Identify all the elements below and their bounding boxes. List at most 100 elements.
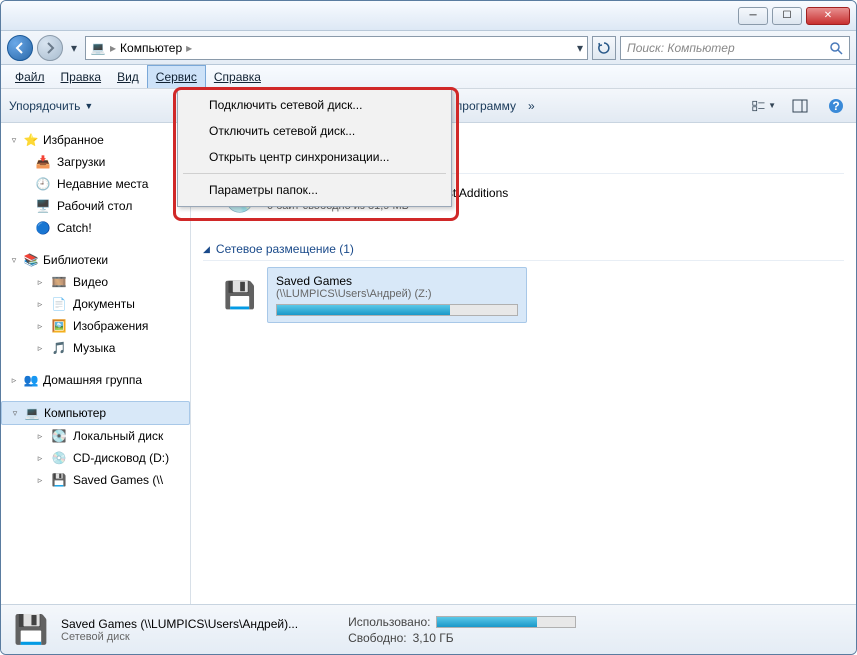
- computer-header[interactable]: ▿ 💻 Компьютер: [1, 401, 190, 425]
- menu-view[interactable]: Вид: [109, 65, 147, 88]
- svg-text:?: ?: [832, 99, 839, 113]
- collapse-icon: ◢: [203, 244, 210, 255]
- free-value: 3,10 ГБ: [413, 631, 454, 645]
- address-bar: ▾ 💻 ▸ Компьютер ▸ ▾ Поиск: Компьютер: [1, 31, 856, 65]
- sidebar-pictures[interactable]: ▹🖼️Изображения: [1, 315, 190, 337]
- collapse-icon: ▿: [9, 135, 19, 146]
- details-pane: 💾 Saved Games (\\LUMPICS\Users\Андрей)..…: [1, 604, 856, 654]
- disk-icon: 💽: [51, 428, 67, 444]
- help-button[interactable]: ?: [824, 94, 848, 118]
- sidebar-cd-drive[interactable]: ▹💿CD-дисковод (D:): [1, 447, 190, 469]
- network-location-category: ◢ Сетевое размещение (1) 💾 Saved Games (…: [203, 238, 844, 329]
- sidebar-network-drive[interactable]: ▹💾Saved Games (\\: [1, 469, 190, 491]
- explorer-window: ─ ☐ ✕ ▾ 💻 ▸ Компьютер ▸ ▾ Поиск: Компьют…: [0, 0, 857, 655]
- back-button[interactable]: [7, 35, 33, 61]
- favorites-header[interactable]: ▿ ⭐ Избранное: [1, 129, 190, 151]
- catch-icon: 🔵: [35, 220, 51, 236]
- network-drive-icon: 💾: [11, 610, 51, 650]
- map-network-drive[interactable]: Подключить сетевой диск...: [181, 92, 448, 118]
- homegroup-icon: 👥: [23, 372, 39, 388]
- computer-icon: 💻: [24, 405, 40, 421]
- open-sync-center[interactable]: Открыть центр синхронизации...: [181, 144, 448, 170]
- dropdown-separator: [183, 173, 446, 174]
- expand-icon: ▹: [35, 475, 45, 486]
- status-subtitle: Сетевой диск: [61, 631, 298, 643]
- expand-icon: ▹: [35, 299, 45, 310]
- libraries-icon: 📚: [23, 252, 39, 268]
- computer-icon: 💻: [90, 40, 106, 56]
- expand-icon: ▹: [9, 375, 19, 386]
- history-dropdown[interactable]: ▾: [67, 38, 81, 58]
- sidebar-local-disk[interactable]: ▹💽Локальный диск: [1, 425, 190, 447]
- expand-icon: ▹: [35, 321, 45, 332]
- usage-bar-fill: [277, 305, 450, 315]
- status-title: Saved Games (\\LUMPICS\Users\Андрей)...: [61, 617, 298, 631]
- maximize-button[interactable]: ☐: [772, 7, 802, 25]
- star-icon: ⭐: [23, 132, 39, 148]
- sidebar-downloads[interactable]: 📥Загрузки: [1, 151, 190, 173]
- sidebar-desktop[interactable]: 🖥️Рабочий стол: [1, 195, 190, 217]
- crumb-separator-icon: ▸: [186, 41, 192, 55]
- crumb-separator-icon: ▸: [110, 41, 116, 55]
- computer-group: ▿ 💻 Компьютер ▹💽Локальный диск ▹💿CD-диск…: [1, 401, 190, 491]
- close-button[interactable]: ✕: [806, 7, 850, 25]
- view-mode-button[interactable]: ▼: [752, 94, 776, 118]
- menu-help[interactable]: Справка: [206, 65, 269, 88]
- toolbar-more[interactable]: »: [528, 99, 535, 113]
- usage-bar: [276, 304, 518, 316]
- search-input[interactable]: Поиск: Компьютер: [620, 36, 850, 60]
- expand-icon: ▹: [35, 277, 45, 288]
- status-usage-bar: [436, 616, 576, 628]
- menu-tools[interactable]: Сервис: [147, 65, 206, 88]
- titlebar: ─ ☐ ✕: [1, 1, 856, 31]
- menu-file[interactable]: Файл: [7, 65, 53, 88]
- organize-button[interactable]: Упорядочить▼: [9, 99, 93, 113]
- downloads-icon: 📥: [35, 154, 51, 170]
- sidebar-catch[interactable]: 🔵Catch!: [1, 217, 190, 239]
- expand-icon: ▹: [35, 343, 45, 354]
- used-label: Использовано:: [348, 615, 430, 629]
- collapse-icon: ▿: [9, 255, 19, 266]
- network-drive-item[interactable]: 💾 Saved Games (\\LUMPICS\Users\Андрей) (…: [203, 261, 844, 329]
- desktop-icon: 🖥️: [35, 198, 51, 214]
- netdrive-icon: 💾: [51, 472, 67, 488]
- sidebar-documents[interactable]: ▹📄Документы: [1, 293, 190, 315]
- libraries-group: ▿ 📚 Библиотеки ▹🎞️Видео ▹📄Документы ▹🖼️И…: [1, 249, 190, 359]
- expand-icon: ▹: [35, 431, 45, 442]
- network-drive-icon: 💾: [221, 276, 259, 314]
- recent-icon: 🕘: [35, 176, 51, 192]
- network-location-header[interactable]: ◢ Сетевое размещение (1): [203, 238, 844, 261]
- collapse-icon: ▿: [10, 408, 20, 419]
- music-icon: 🎵: [51, 340, 67, 356]
- tools-dropdown: Подключить сетевой диск... Отключить сет…: [177, 88, 452, 207]
- menu-edit[interactable]: Правка: [53, 65, 110, 88]
- network-drive-name: Saved Games: [276, 274, 518, 288]
- folder-options[interactable]: Параметры папок...: [181, 177, 448, 203]
- video-icon: 🎞️: [51, 274, 67, 290]
- address-box[interactable]: 💻 ▸ Компьютер ▸ ▾: [85, 36, 588, 60]
- forward-button[interactable]: [37, 35, 63, 61]
- free-label: Свободно:: [348, 631, 407, 645]
- homegroup-group: ▹ 👥 Домашняя группа: [1, 369, 190, 391]
- cd-icon: 💿: [51, 450, 67, 466]
- search-icon: [829, 41, 843, 55]
- menubar: Файл Правка Вид Сервис Справка Подключит…: [1, 65, 856, 89]
- sidebar-videos[interactable]: ▹🎞️Видео: [1, 271, 190, 293]
- address-dropdown-icon[interactable]: ▾: [577, 41, 583, 55]
- sidebar-recent[interactable]: 🕘Недавние места: [1, 173, 190, 195]
- refresh-button[interactable]: [592, 36, 616, 60]
- pictures-icon: 🖼️: [51, 318, 67, 334]
- minimize-button[interactable]: ─: [738, 7, 768, 25]
- preview-pane-button[interactable]: [788, 94, 812, 118]
- network-drive-path: (\\LUMPICS\Users\Андрей) (Z:): [276, 288, 518, 300]
- sidebar-music[interactable]: ▹🎵Музыка: [1, 337, 190, 359]
- breadcrumb-computer[interactable]: Компьютер: [120, 41, 182, 55]
- documents-icon: 📄: [51, 296, 67, 312]
- disconnect-network-drive[interactable]: Отключить сетевой диск...: [181, 118, 448, 144]
- navigation-pane: ▿ ⭐ Избранное 📥Загрузки 🕘Недавние места …: [1, 123, 191, 604]
- favorites-group: ▿ ⭐ Избранное 📥Загрузки 🕘Недавние места …: [1, 129, 190, 239]
- libraries-header[interactable]: ▿ 📚 Библиотеки: [1, 249, 190, 271]
- expand-icon: ▹: [35, 453, 45, 464]
- homegroup-header[interactable]: ▹ 👥 Домашняя группа: [1, 369, 190, 391]
- search-placeholder: Поиск: Компьютер: [627, 41, 735, 55]
